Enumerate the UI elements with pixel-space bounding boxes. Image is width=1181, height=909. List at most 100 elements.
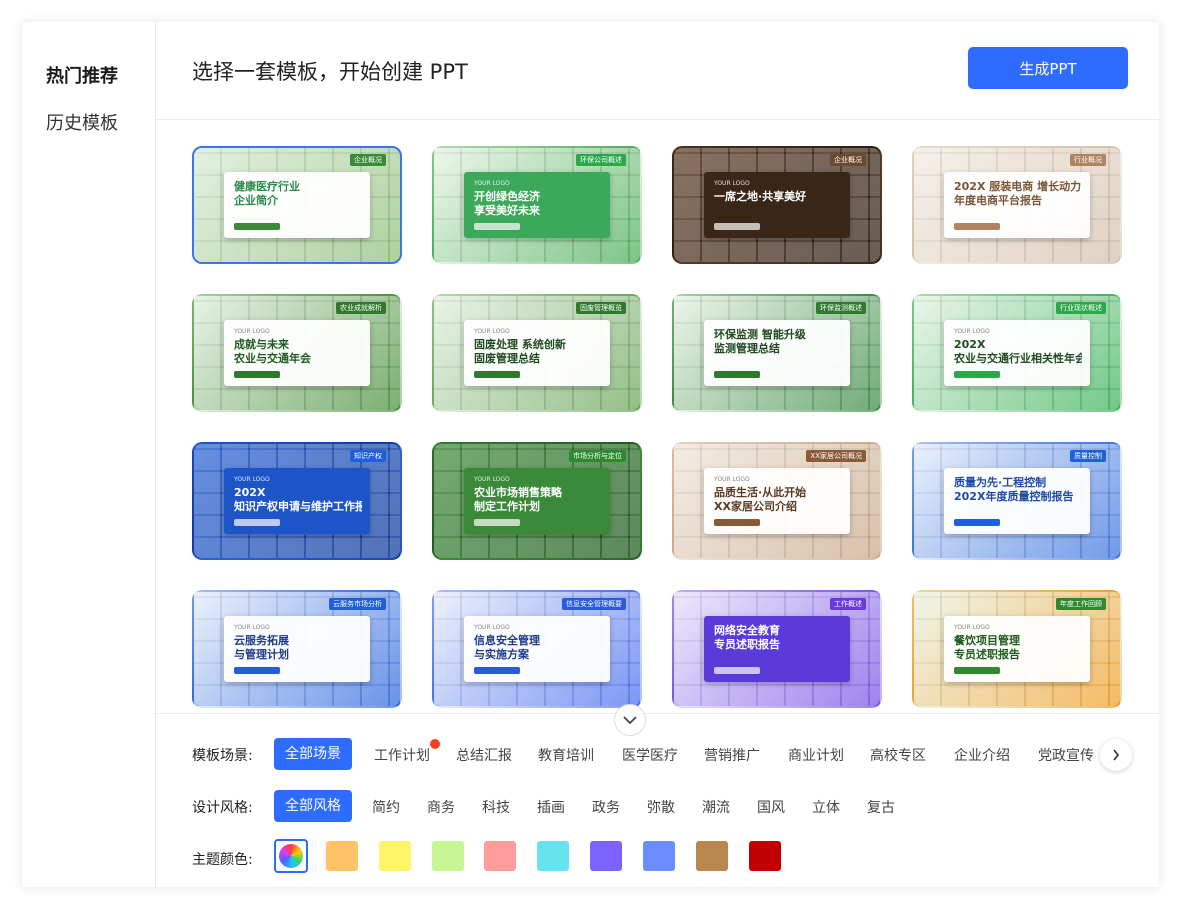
template-card[interactable]: 固废管理概览 YOUR LOGO 固废处理 系统创新 固废管理总结 — [432, 294, 642, 412]
main-panel: 选择一套模板，开始创建 PPT 生成PPT 企业概况 健康医疗行业 企业简介 环保公司… — [156, 22, 1159, 887]
template-section-tag: 工作概述 — [830, 598, 866, 610]
template-decor-bar — [474, 371, 520, 378]
template-title: 质量为先·工程控制 — [954, 476, 1047, 489]
chevron-right-icon — [1113, 749, 1120, 761]
style-chip[interactable]: 插画 — [537, 797, 565, 817]
style-filter-label: 设计风格: — [192, 800, 253, 816]
template-title: 202X — [234, 486, 266, 499]
scene-chip[interactable]: 教育培训 — [538, 745, 594, 765]
template-section-tag: 行业概况 — [1070, 154, 1106, 166]
template-logo-text: YOUR LOGO — [714, 180, 750, 187]
template-card[interactable]: 行业概况 202X 服装电商 增长动力 年度电商平台报告 — [912, 146, 1122, 264]
template-decor-bar — [714, 223, 760, 230]
template-card[interactable]: 质量控制质量为先·工程控制 202X年度质量控制报告 — [912, 442, 1122, 560]
template-picker-window: 热门推荐 历史模板 选择一套模板，开始创建 PPT 生成PPT 企业概况健康医疗… — [22, 22, 1159, 887]
template-section-tag: 质量控制 — [1070, 450, 1106, 462]
scene-chip[interactable]: 工作计划 — [374, 745, 430, 765]
color-swatch[interactable] — [749, 841, 781, 871]
template-cover-panel: YOUR LOGO 202X 农业与交通行业相关性年会 — [944, 320, 1090, 386]
scene-chip[interactable]: 商业计划 — [788, 745, 844, 765]
page-title: 选择一套模板，开始创建 PPT — [192, 60, 468, 84]
template-cover-panel: YOUR LOGO 餐饮项目管理 专员述职报告 — [944, 616, 1090, 682]
scene-chip[interactable]: 高校专区 — [870, 745, 926, 765]
style-chip[interactable]: 潮流 — [702, 797, 730, 817]
style-chip[interactable]: 商务 — [427, 797, 455, 817]
style-chip[interactable]: 弥散 — [647, 797, 675, 817]
color-swatch-all[interactable] — [274, 839, 308, 873]
template-section-tag: 企业概况 — [830, 154, 866, 166]
template-subtitle: 专员述职报告 — [954, 648, 1020, 661]
template-decor-bar — [234, 519, 280, 526]
template-cover-panel: YOUR LOGO 品质生活·从此开始 XX家居公司介绍 — [704, 468, 850, 534]
template-card[interactable]: 企业概况 健康医疗行业 企业简介 — [192, 146, 402, 264]
sidebar-item-hot[interactable]: 热门推荐 — [46, 62, 118, 88]
template-subtitle: 农业与交通行业相关性年会 — [954, 352, 1082, 365]
color-swatch[interactable] — [537, 841, 569, 871]
template-section-tag: 云服务市场分析 — [329, 598, 386, 610]
template-title: 餐饮项目管理 — [954, 634, 1020, 647]
scene-chip[interactable]: 党政宣传 — [1038, 745, 1094, 765]
color-swatch[interactable] — [326, 841, 358, 871]
template-card[interactable]: 环保公司概述 YOUR LOGO 开创绿色经济 享受美好未来 — [432, 146, 642, 264]
template-card[interactable]: 环保监测概述 环保监测 智能升级 监测管理总结 — [672, 294, 882, 412]
template-cover-panel: YOUR LOGO 一席之地·共享美好 — [704, 172, 850, 238]
template-subtitle: 年度电商平台报告 — [954, 194, 1042, 207]
template-section-tag: 环保公司概述 — [576, 154, 626, 166]
template-decor-bar — [714, 667, 760, 674]
color-swatch[interactable] — [696, 841, 728, 871]
scene-chip[interactable]: 全部场景 — [274, 738, 352, 770]
template-cover-panel: YOUR LOGO 202X知识产权申请与维护工作报告 — [224, 468, 370, 534]
template-title: 成就与未来 — [234, 338, 289, 351]
style-chip[interactable]: 政务 — [592, 797, 620, 817]
template-logo-text: YOUR LOGO — [234, 624, 270, 631]
template-subtitle: XX家居公司介绍 — [714, 500, 797, 513]
color-swatch[interactable] — [379, 841, 411, 871]
style-chip[interactable]: 立体 — [812, 797, 840, 817]
template-cover-panel: YOUR LOGO 开创绿色经济 享受美好未来 — [464, 172, 610, 238]
sidebar-item-history[interactable]: 历史模板 — [46, 109, 118, 135]
scene-chip[interactable]: 总结汇报 — [456, 745, 512, 765]
template-title: 农业市场销售策略 — [474, 486, 562, 499]
header: 选择一套模板，开始创建 PPT 生成PPT — [156, 22, 1159, 120]
scene-chip[interactable]: 医学医疗 — [622, 745, 678, 765]
scene-scroll-right-button[interactable] — [1100, 739, 1132, 771]
template-card[interactable]: 行业现状概述 YOUR LOGO 202X 农业与交通行业相关性年会 — [912, 294, 1122, 412]
template-title: 云服务拓展 — [234, 634, 289, 647]
template-card[interactable]: XX家居公司概况 YOUR LOGO 品质生活·从此开始 XX家居公司介绍 — [672, 442, 882, 560]
scene-filter-label: 模板场景: — [192, 748, 253, 764]
template-cover-panel: 环保监测 智能升级 监测管理总结 — [704, 320, 850, 386]
template-title: 环保监测 智能升级 — [714, 328, 806, 341]
style-chip[interactable]: 科技 — [482, 797, 510, 817]
color-swatch[interactable] — [484, 841, 516, 871]
style-chip[interactable]: 全部风格 — [274, 790, 352, 822]
style-chip[interactable]: 国风 — [757, 797, 785, 817]
template-title: 健康医疗行业 — [234, 180, 300, 193]
template-card[interactable]: 信息安全管理概要 YOUR LOGO 信息安全管理 与实施方案 — [432, 590, 642, 708]
template-card[interactable]: 农业成就解析 YOUR LOGO 成就与未来 农业与交通年会 — [192, 294, 402, 412]
template-card[interactable]: 工作概述 网络安全教育 专员述职报告 — [672, 590, 882, 708]
template-title: 网络安全教育 — [714, 624, 780, 637]
template-title: 开创绿色经济 — [474, 190, 540, 203]
color-swatch[interactable] — [432, 841, 464, 871]
template-card[interactable]: 企业概况 YOUR LOGO 一席之地·共享美好 — [672, 146, 882, 264]
template-decor-bar — [474, 223, 520, 230]
template-card[interactable]: 知识产权 YOUR LOGO 202X知识产权申请与维护工作报告 — [192, 442, 402, 560]
color-filter-label: 主题颜色: — [192, 852, 253, 868]
generate-ppt-button[interactable]: 生成PPT — [968, 47, 1128, 89]
style-chip[interactable]: 简约 — [372, 797, 400, 817]
template-logo-text: YOUR LOGO — [474, 328, 510, 335]
template-section-tag: 企业概况 — [350, 154, 386, 166]
template-section-tag: 年度工作回顾 — [1056, 598, 1106, 610]
style-chip[interactable]: 复古 — [867, 797, 895, 817]
template-cover-panel: YOUR LOGO 成就与未来 农业与交通年会 — [224, 320, 370, 386]
template-cover-panel: 质量为先·工程控制 202X年度质量控制报告 — [944, 468, 1090, 534]
scene-chip[interactable]: 企业介绍 — [954, 745, 1010, 765]
template-card[interactable]: 年度工作回顾 YOUR LOGO 餐饮项目管理 专员述职报告 — [912, 590, 1122, 708]
filter-area: 模板场景: 全部场景 工作计划 总结汇报 教育培训 医学医疗 营销推广 商业计划 高校专区 企业… — [156, 713, 1159, 887]
collapse-button[interactable] — [614, 704, 646, 736]
template-card[interactable]: 市场分析与定位 YOUR LOGO 农业市场销售策略 制定工作计划 — [432, 442, 642, 560]
template-card[interactable]: 云服务市场分析 YOUR LOGO 云服务拓展 与管理计划 — [192, 590, 402, 708]
color-swatch[interactable] — [590, 841, 622, 871]
color-swatch[interactable] — [643, 841, 675, 871]
scene-chip[interactable]: 营销推广 — [704, 745, 760, 765]
